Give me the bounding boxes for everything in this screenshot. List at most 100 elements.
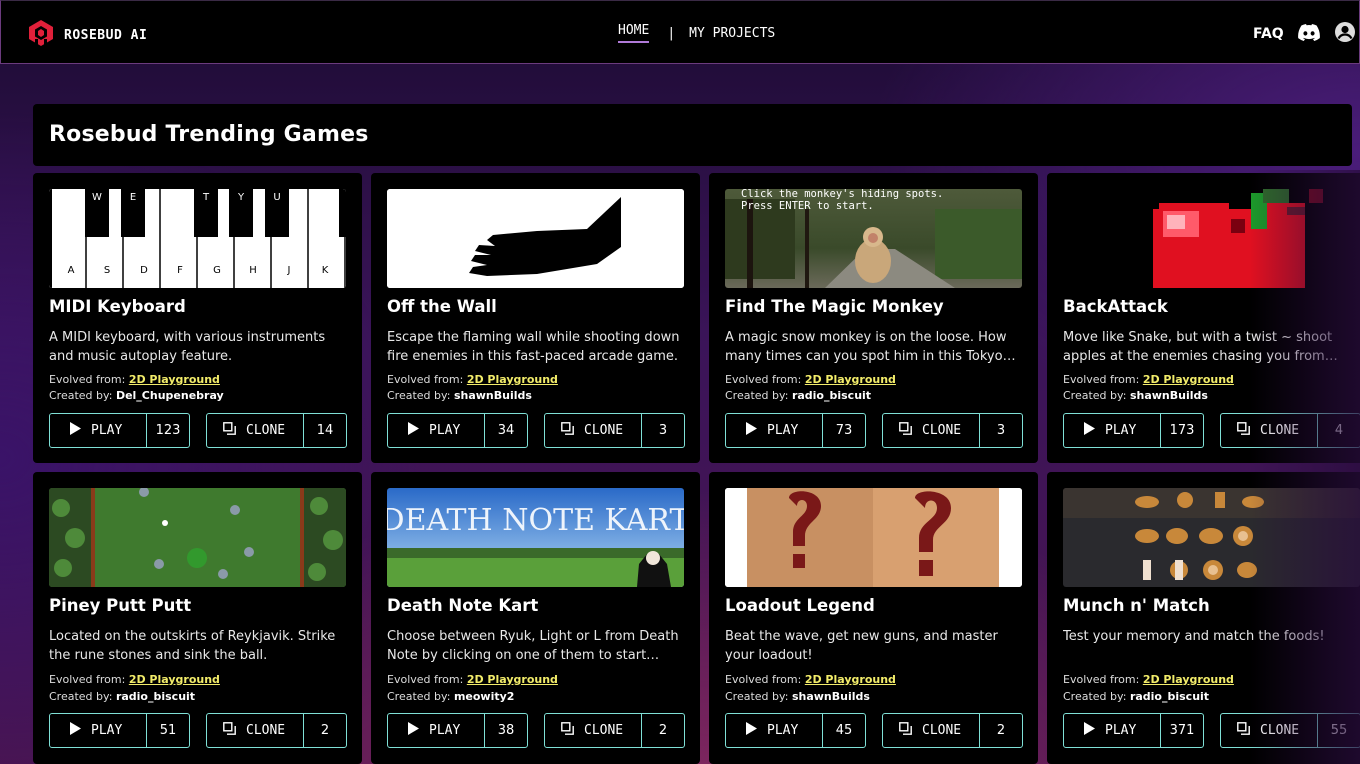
black-key-label: U bbox=[273, 192, 280, 203]
game-description: Escape the flaming wall while shooting d… bbox=[387, 330, 680, 364]
user-avatar-icon[interactable] bbox=[1334, 21, 1356, 47]
play-button[interactable]: PLAY 38 bbox=[387, 713, 528, 748]
clone-button[interactable]: CLONE 3 bbox=[882, 413, 1023, 448]
game-description: Test your memory and match the foods! bbox=[1063, 629, 1325, 644]
game-thumbnail[interactable]: W E T Y U A S D F G H J K bbox=[49, 189, 346, 288]
play-icon bbox=[1084, 422, 1095, 439]
game-card[interactable]: BackAttack Move like Snake, but with a t… bbox=[1047, 173, 1360, 463]
game-thumbnail[interactable] bbox=[725, 488, 1022, 587]
white-key-label: F bbox=[177, 265, 183, 276]
white-key-label: H bbox=[249, 265, 257, 276]
creator-name: shawnBuilds bbox=[453, 389, 532, 402]
clone-icon bbox=[1237, 422, 1250, 439]
clone-icon bbox=[899, 422, 912, 439]
clone-button[interactable]: CLONE 55 bbox=[1220, 713, 1360, 748]
game-title[interactable]: BackAttack bbox=[1063, 297, 1168, 316]
clone-button[interactable]: CLONE 2 bbox=[206, 713, 347, 748]
game-thumbnail[interactable]: DEATH NOTE KART bbox=[387, 488, 684, 587]
black-key-label: T bbox=[202, 192, 210, 203]
section-title: Rosebud Trending Games bbox=[49, 122, 369, 147]
play-icon bbox=[1084, 722, 1095, 739]
play-button[interactable]: PLAY 34 bbox=[387, 413, 528, 448]
game-title[interactable]: Loadout Legend bbox=[725, 596, 875, 615]
faq-link[interactable]: FAQ bbox=[1253, 26, 1284, 42]
game-title[interactable]: MIDI Keyboard bbox=[49, 297, 186, 316]
discord-icon[interactable] bbox=[1297, 23, 1320, 45]
play-count: 123 bbox=[155, 423, 181, 438]
creator-name: radio_biscuit bbox=[1129, 690, 1210, 703]
clone-icon bbox=[1237, 722, 1250, 739]
thumbnail-caption: Press ENTER to start. bbox=[741, 200, 874, 212]
play-button[interactable]: PLAY 51 bbox=[49, 713, 190, 748]
clone-label: CLONE bbox=[246, 723, 286, 738]
clone-button[interactable]: CLONE 2 bbox=[544, 713, 685, 748]
clone-label: CLONE bbox=[584, 423, 624, 438]
rosebud-logo-icon bbox=[27, 19, 55, 51]
evolved-from-link[interactable]: 2D Playground bbox=[129, 673, 220, 686]
play-label: PLAY bbox=[767, 723, 799, 738]
nav-separator: | bbox=[667, 25, 676, 41]
play-icon bbox=[408, 422, 419, 439]
play-button[interactable]: PLAY 371 bbox=[1063, 713, 1204, 748]
play-icon bbox=[746, 422, 757, 439]
game-title[interactable]: Munch n' Match bbox=[1063, 596, 1210, 615]
clone-label: CLONE bbox=[1260, 423, 1300, 438]
play-button[interactable]: PLAY 123 bbox=[49, 413, 190, 448]
play-count: 51 bbox=[159, 723, 177, 738]
evolved-from-link[interactable]: 2D Playground bbox=[805, 673, 896, 686]
game-card[interactable]: W E T Y U A S D F G H J K MIDI Keyboard … bbox=[33, 173, 362, 463]
evolved-from-link[interactable]: 2D Playground bbox=[467, 673, 558, 686]
game-card[interactable]: Loadout Legend Beat the wave, get new gu… bbox=[709, 472, 1038, 764]
play-label: PLAY bbox=[1105, 423, 1137, 438]
game-card[interactable]: Piney Putt Putt Located on the outskirts… bbox=[33, 472, 362, 764]
play-count: 173 bbox=[1169, 423, 1195, 438]
clone-label: CLONE bbox=[922, 723, 962, 738]
game-card[interactable]: Off the Wall Escape the flaming wall whi… bbox=[371, 173, 700, 463]
creator-name: radio_biscuit bbox=[115, 690, 196, 703]
game-thumbnail[interactable]: Click the monkey's hiding spots. Press E… bbox=[725, 189, 1022, 288]
game-title[interactable]: Piney Putt Putt bbox=[49, 596, 191, 615]
game-thumbnail[interactable] bbox=[387, 189, 684, 288]
evolved-from-link[interactable]: 2D Playground bbox=[1143, 673, 1234, 686]
game-description: Beat the wave, get new guns, and master … bbox=[725, 629, 998, 663]
game-thumbnail[interactable] bbox=[49, 488, 346, 587]
evolved-from: Evolved from: 2D Playground bbox=[725, 673, 896, 686]
clone-count: 2 bbox=[996, 723, 1006, 738]
clone-button[interactable]: CLONE 14 bbox=[206, 413, 347, 448]
game-thumbnail[interactable] bbox=[1063, 488, 1360, 587]
game-title[interactable]: Find The Magic Monkey bbox=[725, 297, 944, 316]
evolved-from-link[interactable]: 2D Playground bbox=[467, 373, 558, 386]
brand-name: ROSEBUD AI bbox=[64, 27, 148, 43]
clone-label: CLONE bbox=[584, 723, 624, 738]
game-card[interactable]: Munch n' Match Test your memory and matc… bbox=[1047, 472, 1360, 764]
brand[interactable]: ROSEBUD AI bbox=[27, 19, 147, 51]
evolved-from-link[interactable]: 2D Playground bbox=[805, 373, 896, 386]
created-by: Created by: meowity2 bbox=[387, 690, 515, 703]
game-card[interactable]: DEATH NOTE KART Death Note Kart Choose b… bbox=[371, 472, 700, 764]
clone-button[interactable]: CLONE 2 bbox=[882, 713, 1023, 748]
creator-name: shawnBuilds bbox=[791, 690, 870, 703]
clone-count: 4 bbox=[1334, 423, 1344, 438]
evolved-from: Evolved from: 2D Playground bbox=[387, 373, 558, 386]
play-count: 45 bbox=[835, 723, 853, 738]
play-button[interactable]: PLAY 173 bbox=[1063, 413, 1204, 448]
game-title[interactable]: Death Note Kart bbox=[387, 596, 538, 615]
nav-my-projects-link[interactable]: MY PROJECTS bbox=[689, 26, 775, 41]
play-button[interactable]: PLAY 45 bbox=[725, 713, 866, 748]
nav-home-link[interactable]: HOME bbox=[618, 23, 650, 43]
clone-count: 55 bbox=[1330, 723, 1348, 738]
game-card[interactable]: Click the monkey's hiding spots. Press E… bbox=[709, 173, 1038, 463]
clone-button[interactable]: CLONE 4 bbox=[1220, 413, 1360, 448]
clone-button[interactable]: CLONE 3 bbox=[544, 413, 685, 448]
game-thumbnail[interactable] bbox=[1063, 189, 1360, 288]
created-by: Created by: shawnBuilds bbox=[1063, 389, 1208, 402]
evolved-from-link[interactable]: 2D Playground bbox=[129, 373, 220, 386]
play-label: PLAY bbox=[429, 723, 461, 738]
evolved-from-link[interactable]: 2D Playground bbox=[1143, 373, 1234, 386]
black-key-label: W bbox=[92, 192, 102, 203]
creator-name: meowity2 bbox=[453, 690, 515, 703]
game-title[interactable]: Off the Wall bbox=[387, 297, 497, 316]
created-by: Created by: radio_biscuit bbox=[1063, 690, 1210, 703]
play-button[interactable]: PLAY 73 bbox=[725, 413, 866, 448]
evolved-from: Evolved from: 2D Playground bbox=[1063, 373, 1234, 386]
